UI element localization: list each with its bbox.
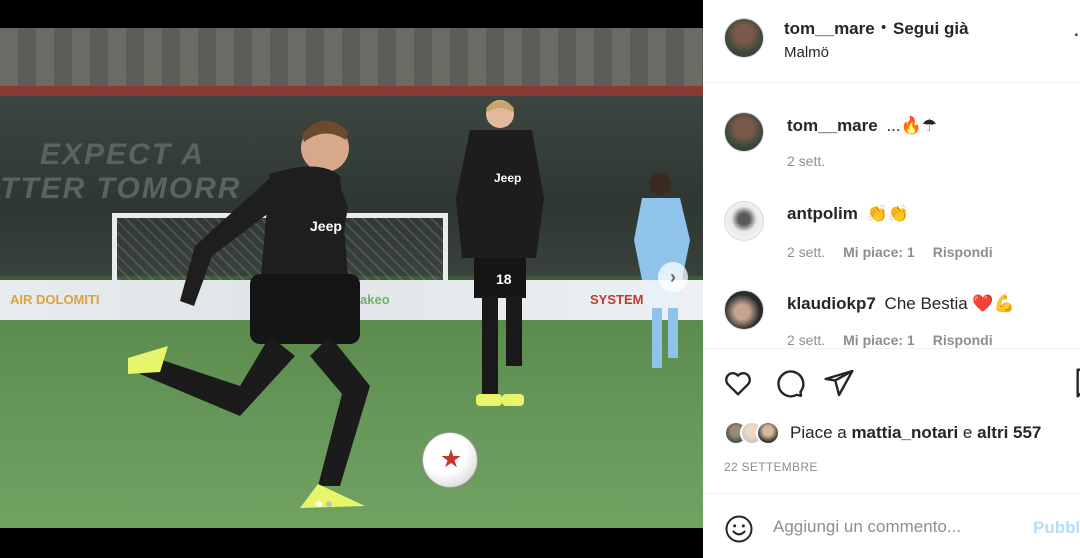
post-date[interactable]: 22 SETTEMBRE (724, 460, 818, 474)
soccer-ball (422, 432, 478, 488)
next-image-button[interactable]: › (658, 262, 688, 292)
comment-meta: 2 sett. Mi piace: 1 Rispondi (787, 244, 993, 260)
likes-others[interactable]: altri 557 (977, 423, 1041, 442)
comment-body: ...🔥☂ (886, 116, 938, 135)
comment-username[interactable]: antpolim (787, 204, 858, 223)
svg-text:Jeep: Jeep (310, 218, 342, 234)
post-actions: Piace a mattia_notari e altri 557 22 SET… (703, 348, 1080, 508)
comment-avatar[interactable] (724, 112, 764, 152)
header-separator: • (881, 19, 887, 36)
likes-summary[interactable]: Piace a mattia_notari e altri 557 (724, 421, 1041, 445)
comment-time[interactable]: 2 sett. (787, 153, 825, 169)
likes-conjunction: e (962, 423, 973, 442)
svg-text:Jeep: Jeep (494, 171, 521, 185)
post-side-panel: tom__mare • Segui già Malmö ⋯ tom__mare … (703, 0, 1080, 558)
author-avatar[interactable] (724, 18, 764, 58)
comment-time[interactable]: 2 sett. (787, 332, 825, 348)
likes-text: Piace a mattia_notari e altri 557 (790, 423, 1041, 443)
stadium-roof (0, 28, 703, 88)
reply-button[interactable]: Rispondi (933, 332, 993, 348)
comment-username[interactable]: tom__mare (787, 116, 878, 135)
comment-input[interactable] (773, 511, 1023, 543)
comment-text-row: klaudiokp7 Che Bestia ❤️💪 (787, 294, 1015, 314)
liker-username[interactable]: mattia_notari (851, 423, 958, 442)
main-player: Jeep (128, 120, 370, 508)
heart-icon[interactable] (722, 367, 754, 399)
hoarding-text-1: AIR DOLOMITI (10, 292, 100, 307)
comment-username[interactable]: klaudiokp7 (787, 294, 876, 313)
author-username[interactable]: tom__mare (784, 19, 875, 39)
comment-icon[interactable] (773, 367, 805, 399)
comment-text-row: antpolim 👏👏 (787, 204, 909, 224)
more-icon[interactable]: ⋯ (1073, 22, 1080, 47)
player-number: 18 (496, 271, 512, 287)
second-player: Jeep 18 (456, 100, 544, 406)
comment-body: 👏👏 (866, 204, 909, 223)
publish-button[interactable]: Pubblica (1033, 518, 1080, 538)
comment-likes[interactable]: Mi piace: 1 (843, 332, 915, 348)
comment-avatar[interactable] (724, 290, 764, 330)
bookmark-icon[interactable] (1071, 367, 1080, 399)
comment-likes[interactable]: Mi piace: 1 (843, 244, 915, 260)
emoji-icon[interactable] (724, 514, 754, 544)
stadium-beam (0, 86, 703, 96)
post-header: tom__mare • Segui già Malmö ⋯ (703, 0, 1080, 83)
comment-meta: 2 sett. Mi piace: 1 Rispondi (787, 332, 993, 348)
likes-prefix: Piace a (790, 423, 847, 442)
carousel-dot (326, 501, 332, 507)
liker-avatar (756, 421, 780, 445)
comment-time[interactable]: 2 sett. (787, 244, 825, 260)
post-photo[interactable]: EXPECT A TTER TOMORR AIR DOLOMITI akeo S… (0, 28, 703, 528)
share-icon[interactable] (823, 367, 855, 399)
post-location[interactable]: Malmö (784, 44, 829, 61)
reply-button[interactable]: Rispondi (933, 244, 993, 260)
comments-list: tom__mare ...🔥☂ 2 sett. antpolim 👏👏 2 se… (703, 84, 1080, 348)
comment-meta: 2 sett. (787, 153, 825, 169)
add-comment-bar: Pubblica (703, 493, 1080, 558)
carousel-dot (316, 501, 322, 507)
carousel-dots (316, 501, 332, 507)
comment-body: Che Bestia ❤️💪 (884, 294, 1015, 313)
following-button[interactable]: Segui già (893, 19, 969, 39)
comment-text-row: tom__mare ...🔥☂ (787, 116, 937, 136)
comment-avatar[interactable] (724, 201, 764, 241)
